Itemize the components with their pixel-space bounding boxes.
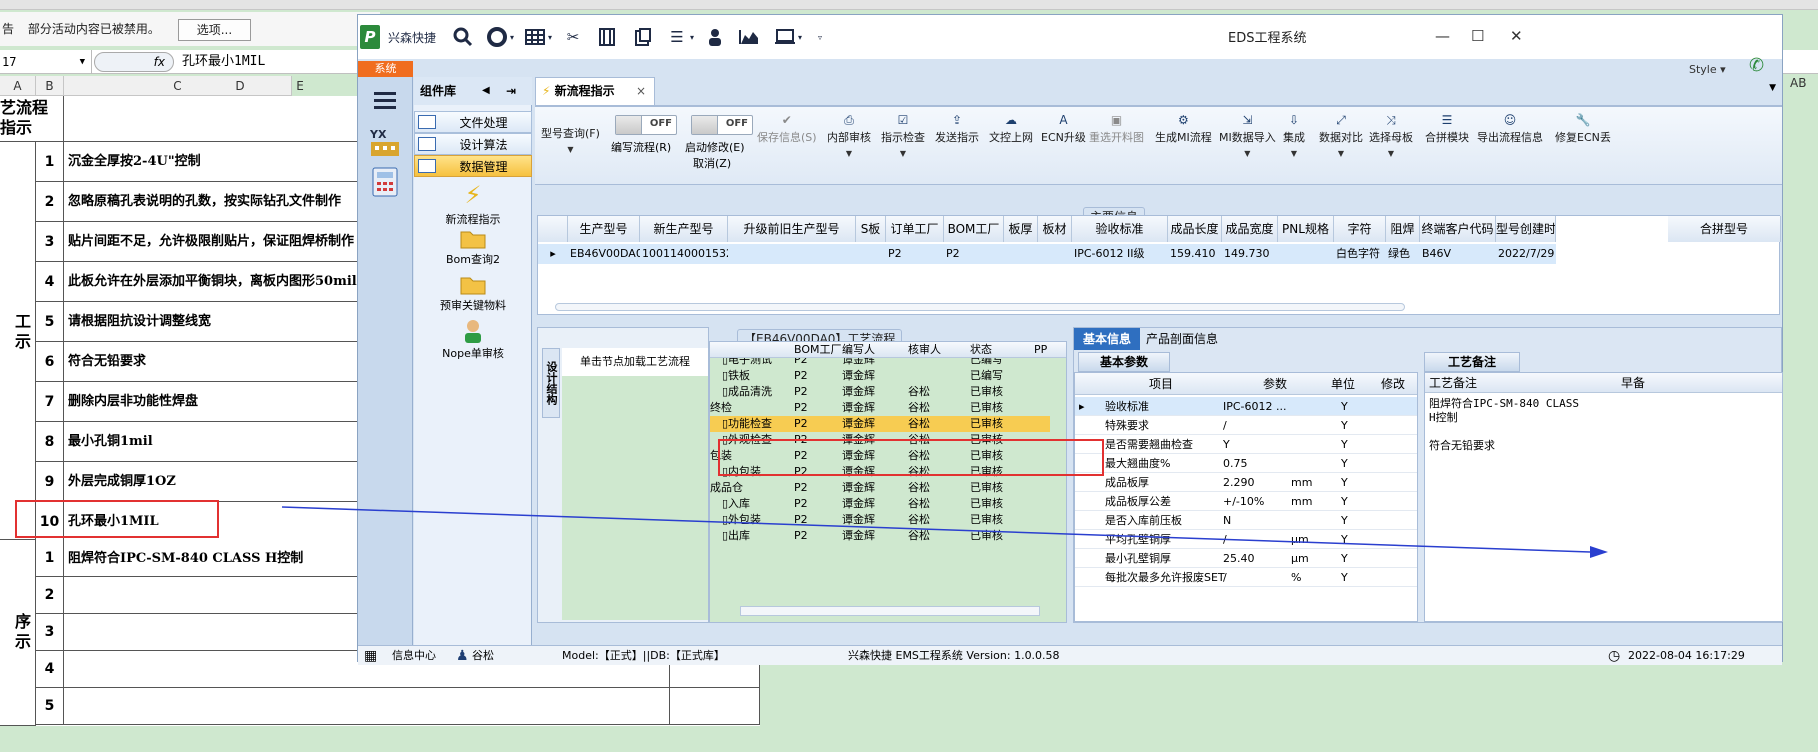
annotation-arrow bbox=[281, 506, 1608, 558]
